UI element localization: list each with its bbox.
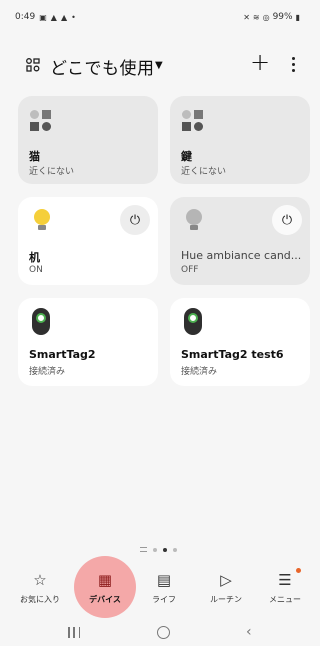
routine-play-icon: ▷	[220, 571, 232, 589]
bulb-icon	[186, 209, 202, 231]
device-name: 机	[29, 251, 40, 264]
device-card-cat[interactable]: 猫 近くにない	[18, 96, 158, 184]
device-group-icon	[182, 110, 206, 132]
location-grid-icon[interactable]	[26, 58, 40, 72]
battery-level: 99%	[272, 12, 293, 22]
star-icon: ☆	[33, 571, 47, 589]
app-screen: 0:49 ▣ ▲ ▲ • ✕ ≋ ◎ 99% ▮ どこでも使用 ▼ + 猫 近く…	[0, 0, 314, 646]
device-name: SmartTag2 test6	[181, 348, 284, 361]
location-selector[interactable]: どこでも使用	[50, 54, 155, 79]
page-dot	[173, 547, 177, 552]
device-group-icon	[30, 110, 54, 132]
device-status: ON	[29, 265, 43, 275]
device-card-smarttag-test6[interactable]: SmartTag2 test6 接続済み	[170, 298, 310, 386]
status-time: 0:49	[15, 12, 36, 22]
device-status: OFF	[181, 265, 199, 275]
notification-badge	[296, 568, 301, 573]
device-card-hue-candle[interactable]: ⏻ Hue ambiance cand... OFF	[170, 197, 310, 285]
nav-label: ルーチン	[210, 595, 242, 604]
page-dot-active	[163, 547, 167, 552]
device-card-smarttag[interactable]: SmartTag2 接続済み	[18, 298, 158, 386]
power-button[interactable]: ⏻	[120, 205, 150, 235]
system-navigation-bar: ‹	[0, 618, 314, 646]
nav-devices[interactable]: ▦ デバイス	[75, 566, 135, 614]
device-card-desk-light[interactable]: ⏻ 机 ON	[18, 197, 158, 285]
location-header: どこでも使用 ▼ +	[0, 48, 314, 84]
device-name: Hue ambiance cand...	[181, 249, 302, 262]
status-bar: 0:49 ▣ ▲ ▲ • ✕ ≋ ◎ 99% ▮	[0, 0, 314, 28]
bulb-icon	[34, 209, 50, 231]
power-button[interactable]: ⏻	[272, 205, 302, 235]
back-icon[interactable]: ‹	[246, 624, 252, 640]
alarm-icon: ◎	[262, 12, 270, 22]
device-status: 近くにない	[29, 167, 75, 177]
menu-page-icon	[140, 547, 147, 552]
home-icon[interactable]	[157, 626, 170, 639]
lock-notification-icon: ▲	[50, 12, 57, 22]
battery-icon: ▮	[295, 12, 300, 22]
gallery-notification-icon: ▣	[39, 12, 47, 22]
nav-label: デバイス	[89, 595, 121, 604]
bottom-navigation: ☆ お気に入り ▦ デバイス ▤ ライフ ▷ ルーチン ☰ メニュー	[0, 566, 314, 614]
add-device-button[interactable]: +	[248, 50, 272, 74]
device-name: 猫	[29, 150, 40, 163]
nav-favorites[interactable]: ☆ お気に入り	[10, 566, 70, 614]
nav-routines[interactable]: ▷ ルーチン	[196, 566, 256, 614]
nav-menu[interactable]: ☰ メニュー	[255, 566, 315, 614]
dot-icon: •	[71, 12, 76, 22]
devices-icon: ▦	[97, 571, 113, 589]
device-status: 接続済み	[181, 367, 218, 377]
page-indicator	[140, 547, 177, 552]
menu-icon: ☰	[278, 571, 292, 589]
nav-label: ライフ	[152, 595, 176, 604]
chevron-down-icon[interactable]: ▼	[155, 60, 163, 71]
nav-label: メニュー	[269, 595, 301, 604]
wifi-icon: ≋	[252, 12, 260, 22]
more-options-icon[interactable]	[290, 57, 296, 75]
device-name: SmartTag2	[29, 348, 96, 361]
nav-life[interactable]: ▤ ライフ	[134, 566, 194, 614]
recents-icon[interactable]	[68, 627, 80, 638]
device-card-key[interactable]: 鍵 近くにない	[170, 96, 310, 184]
device-status: 近くにない	[181, 167, 227, 177]
warning-notification-icon: ▲	[60, 12, 68, 22]
smarttag-icon	[184, 308, 202, 335]
life-icon: ▤	[156, 571, 172, 589]
mute-icon: ✕	[243, 12, 250, 22]
page-dot	[153, 547, 157, 552]
smarttag-icon	[32, 308, 50, 335]
device-status: 接続済み	[29, 367, 66, 377]
device-name: 鍵	[181, 150, 192, 163]
nav-label: お気に入り	[20, 595, 60, 604]
